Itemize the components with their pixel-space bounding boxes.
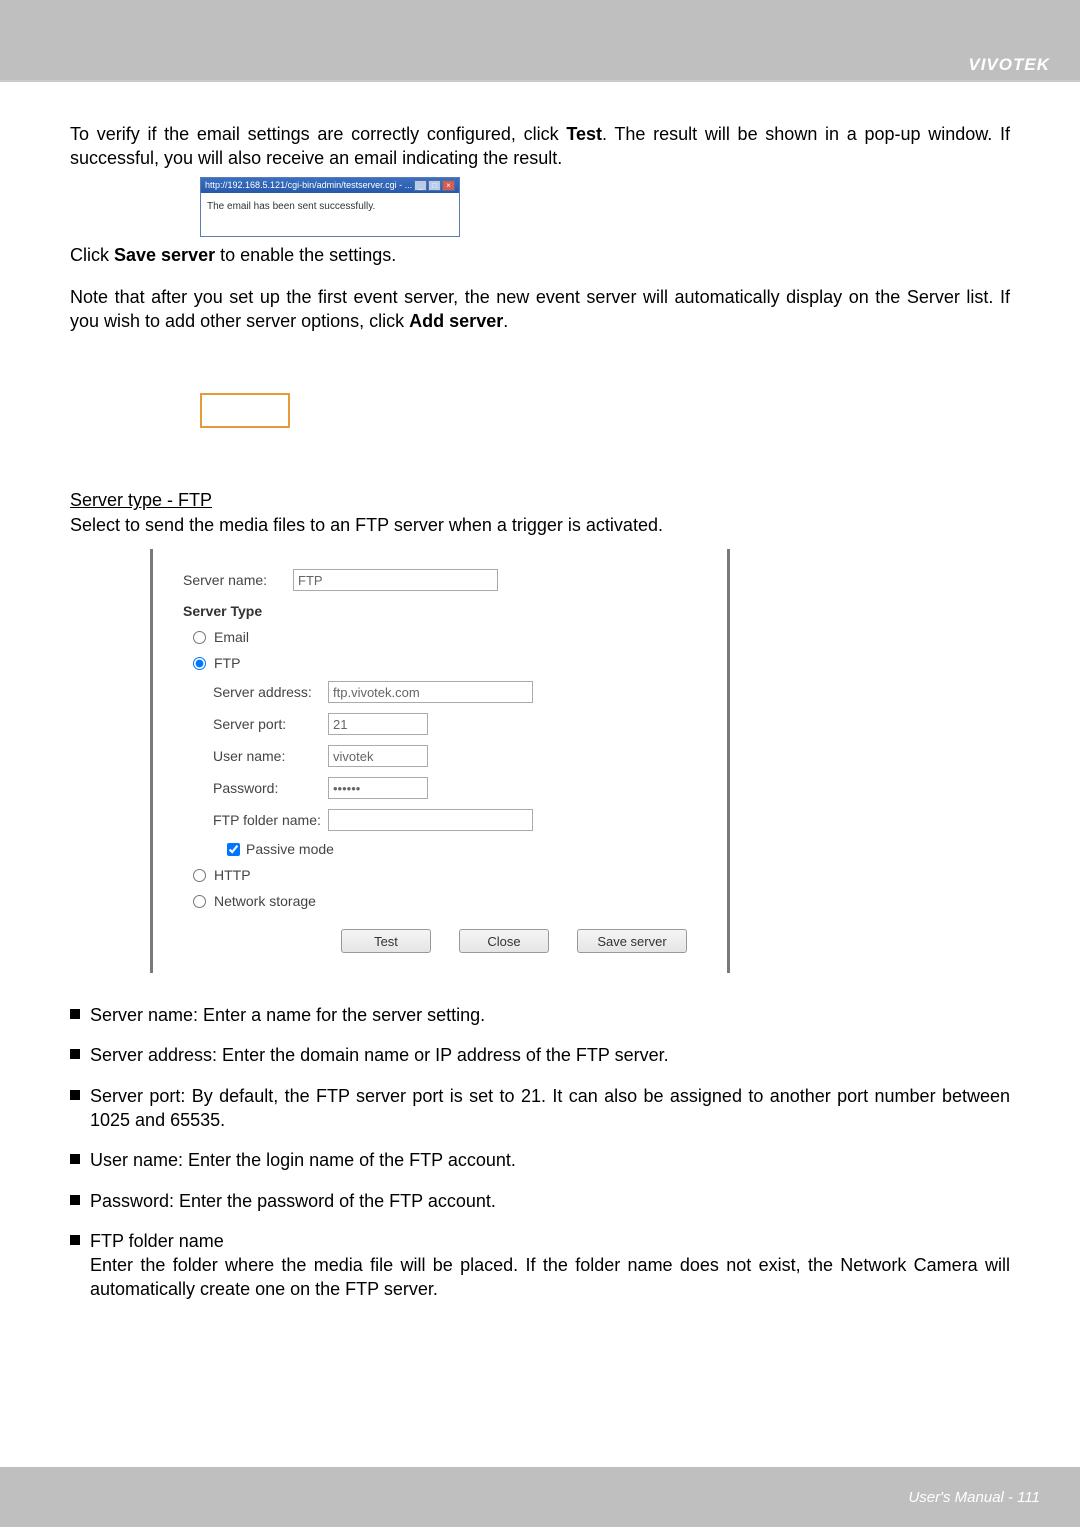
radio-network-storage[interactable]: [193, 895, 206, 908]
server-port-input[interactable]: [328, 713, 428, 735]
ftp-folder-input[interactable]: [328, 809, 533, 831]
section-desc: Select to send the media files to an FTP…: [70, 513, 1010, 537]
button-row: Test Close Save server: [183, 929, 697, 953]
save-server-button[interactable]: Save server: [577, 929, 687, 953]
footer-text: User's Manual - 111: [908, 1489, 1040, 1506]
password-input[interactable]: [328, 777, 428, 799]
bullet-server-port: Server port: By default, the FTP server …: [70, 1084, 1010, 1133]
click-text-a: Click: [70, 245, 114, 265]
passive-row: Passive mode: [183, 841, 697, 857]
close-icon: ×: [442, 180, 455, 191]
bullet-text: FTP folder name Enter the folder where t…: [90, 1229, 1010, 1302]
radio-email-row: Email: [183, 629, 697, 645]
bullet-list: Server name: Enter a name for the server…: [70, 1003, 1010, 1302]
bullet-text: Server address: Enter the domain name or…: [90, 1043, 1010, 1067]
server-port-label: Server port:: [183, 716, 328, 732]
bullet-text: Server name: Enter a name for the server…: [90, 1003, 1010, 1027]
ftp-form: Server name: Server Type Email FTP Serve…: [150, 549, 730, 973]
server-name-label: Server name:: [183, 572, 293, 588]
close-button[interactable]: Close: [459, 929, 549, 953]
server-address-row: Server address:: [183, 681, 697, 703]
server-address-input[interactable]: [328, 681, 533, 703]
radio-email-label: Email: [214, 629, 249, 645]
radio-http[interactable]: [193, 869, 206, 882]
radio-email[interactable]: [193, 631, 206, 644]
square-bullet-icon: [70, 1049, 80, 1059]
popup-body-text: The email has been sent successfully.: [201, 193, 459, 236]
user-name-row: User name:: [183, 745, 697, 767]
radio-ftp-row: FTP: [183, 655, 697, 671]
click-save-word: Save server: [114, 245, 215, 265]
bullet-ftp-folder: FTP folder name Enter the folder where t…: [70, 1229, 1010, 1302]
section-title: Server type - FTP: [70, 488, 1010, 512]
passive-checkbox[interactable]: [227, 843, 240, 856]
user-name-input[interactable]: [328, 745, 428, 767]
highlight-box: [200, 393, 290, 428]
bullet-text: Server port: By default, the FTP server …: [90, 1084, 1010, 1133]
password-row: Password:: [183, 777, 697, 799]
bullet-password: Password: Enter the password of the FTP …: [70, 1189, 1010, 1213]
note-paragraph: Note that after you set up the first eve…: [70, 285, 1010, 334]
intro-text: To verify if the email settings are corr…: [70, 124, 566, 144]
minimize-icon: _: [414, 180, 427, 191]
radio-ns-label: Network storage: [214, 893, 316, 909]
radio-ftp-label: FTP: [214, 655, 240, 671]
square-bullet-icon: [70, 1195, 80, 1205]
radio-http-label: HTTP: [214, 867, 251, 883]
radio-ns-row: Network storage: [183, 893, 697, 909]
bullet-text: User name: Enter the login name of the F…: [90, 1148, 1010, 1172]
bullet-server-address: Server address: Enter the domain name or…: [70, 1043, 1010, 1067]
intro-paragraph: To verify if the email settings are corr…: [70, 122, 1010, 171]
server-name-input[interactable]: [293, 569, 498, 591]
header-bar: VIVOTEK: [0, 0, 1080, 80]
bullet-ftp-folder-desc: Enter the folder where the media file wi…: [90, 1255, 1010, 1299]
popup-window: http://192.168.5.121/cgi-bin/admin/tests…: [200, 177, 460, 237]
popup-titlebar: http://192.168.5.121/cgi-bin/admin/tests…: [201, 178, 459, 193]
bullet-ftp-folder-title: FTP folder name: [90, 1231, 224, 1251]
note-text-c: .: [503, 311, 508, 331]
radio-http-row: HTTP: [183, 867, 697, 883]
square-bullet-icon: [70, 1235, 80, 1245]
window-buttons: _□×: [413, 180, 455, 191]
ftp-folder-label: FTP folder name:: [183, 812, 328, 828]
click-save-paragraph: Click Save server to enable the settings…: [70, 243, 1010, 267]
brand-label: VIVOTEK: [968, 55, 1050, 75]
server-address-label: Server address:: [183, 684, 328, 700]
square-bullet-icon: [70, 1154, 80, 1164]
ftp-folder-row: FTP folder name:: [183, 809, 697, 831]
note-addserver-word: Add server: [409, 311, 503, 331]
square-bullet-icon: [70, 1090, 80, 1100]
password-label: Password:: [183, 780, 328, 796]
server-type-heading: Server Type: [183, 603, 697, 619]
footer-bar: User's Manual - 111: [0, 1467, 1080, 1527]
test-button[interactable]: Test: [341, 929, 431, 953]
bullet-server-name: Server name: Enter a name for the server…: [70, 1003, 1010, 1027]
intro-test-word: Test: [566, 124, 602, 144]
user-name-label: User name:: [183, 748, 328, 764]
maximize-icon: □: [428, 180, 441, 191]
click-text-c: to enable the settings.: [215, 245, 396, 265]
server-port-row: Server port:: [183, 713, 697, 735]
popup-title-text: http://192.168.5.121/cgi-bin/admin/tests…: [205, 180, 412, 190]
note-text-a: Note that after you set up the first eve…: [70, 287, 1010, 331]
bullet-user-name: User name: Enter the login name of the F…: [70, 1148, 1010, 1172]
bullet-text: Password: Enter the password of the FTP …: [90, 1189, 1010, 1213]
radio-ftp[interactable]: [193, 657, 206, 670]
server-name-row: Server name:: [183, 569, 697, 591]
square-bullet-icon: [70, 1009, 80, 1019]
passive-label: Passive mode: [246, 841, 334, 857]
